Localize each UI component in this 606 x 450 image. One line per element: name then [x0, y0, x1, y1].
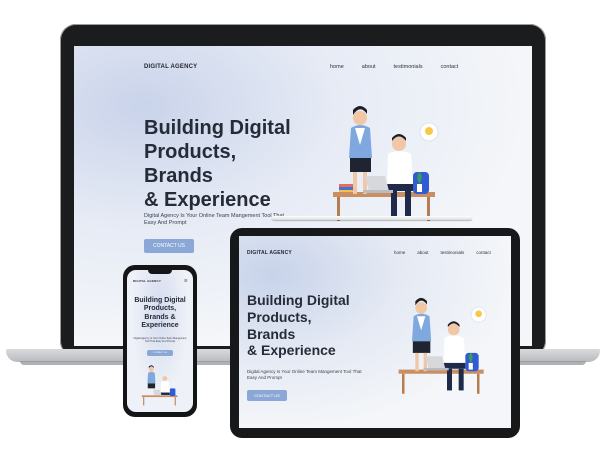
hero-line: Products,: [144, 141, 237, 163]
hero-line: Brands: [144, 165, 213, 187]
hero-line: Products,: [247, 308, 312, 325]
tablet-hero-heading: Building Digital Products, Brands & Expe…: [247, 292, 377, 359]
hero-line: Brands: [247, 325, 296, 342]
phone-contact-button[interactable]: CONTACT US: [147, 350, 173, 356]
nav-testimonials-link[interactable]: testimonials: [394, 64, 423, 70]
hero-line: Building Digital: [144, 117, 291, 139]
tablet-nav: home about testimonials contact: [394, 250, 491, 255]
laptop-hero-illustration: [333, 106, 439, 221]
nav-home-link[interactable]: home: [330, 64, 344, 70]
hero-line: Products,: [143, 305, 177, 313]
hero-line: & Experience: [247, 342, 336, 359]
laptop-hero-subtitle: Digital Agency Is Your Online Team Mange…: [144, 213, 285, 227]
tablet-hero-subtitle: Digital Agency Is Your Online Team Mange…: [247, 369, 362, 381]
hero-line: & Experience: [144, 189, 271, 211]
stylus-pen: [272, 216, 472, 220]
tablet-brand-logo[interactable]: DIGITAL AGENCY: [247, 250, 292, 256]
phone-notch: [148, 270, 172, 274]
nav-contact-link[interactable]: contact: [476, 250, 491, 255]
laptop-nav: home about testimonials contact: [330, 64, 458, 70]
laptop-hero-heading: Building Digital Products, Brands & Expe…: [144, 116, 314, 212]
lightbulb-icon: [425, 127, 433, 135]
nav-home-link[interactable]: home: [394, 250, 405, 255]
tablet-hero-illustration: [398, 297, 487, 394]
phone-brand-logo[interactable]: DIGITAL AGENCY: [133, 279, 161, 283]
lightbulb-icon: [475, 310, 482, 318]
hero-line: Building Digital: [134, 297, 186, 304]
tablet-contact-button[interactable]: CONTACT US: [247, 390, 287, 401]
hamburger-menu-icon[interactable]: ☰: [184, 278, 188, 283]
phone-hero-heading: Building Digital Products, Brands & Expe…: [130, 297, 190, 331]
hero-line: Building Digital: [247, 292, 350, 308]
laptop-brand-logo[interactable]: DIGITAL AGENCY: [144, 64, 197, 70]
hero-line: Brands & Experience: [141, 313, 179, 330]
phone-hero-illustration: [141, 365, 178, 406]
nav-testimonials-link[interactable]: testimonials: [441, 250, 465, 255]
laptop-contact-button[interactable]: CONTACT US: [144, 239, 194, 253]
nav-about-link[interactable]: about: [362, 64, 376, 70]
phone-hero-subtitle: Digital Agency Is Your Online Team Mange…: [133, 337, 187, 344]
nav-about-link[interactable]: about: [417, 250, 428, 255]
nav-contact-link[interactable]: contact: [441, 64, 459, 70]
